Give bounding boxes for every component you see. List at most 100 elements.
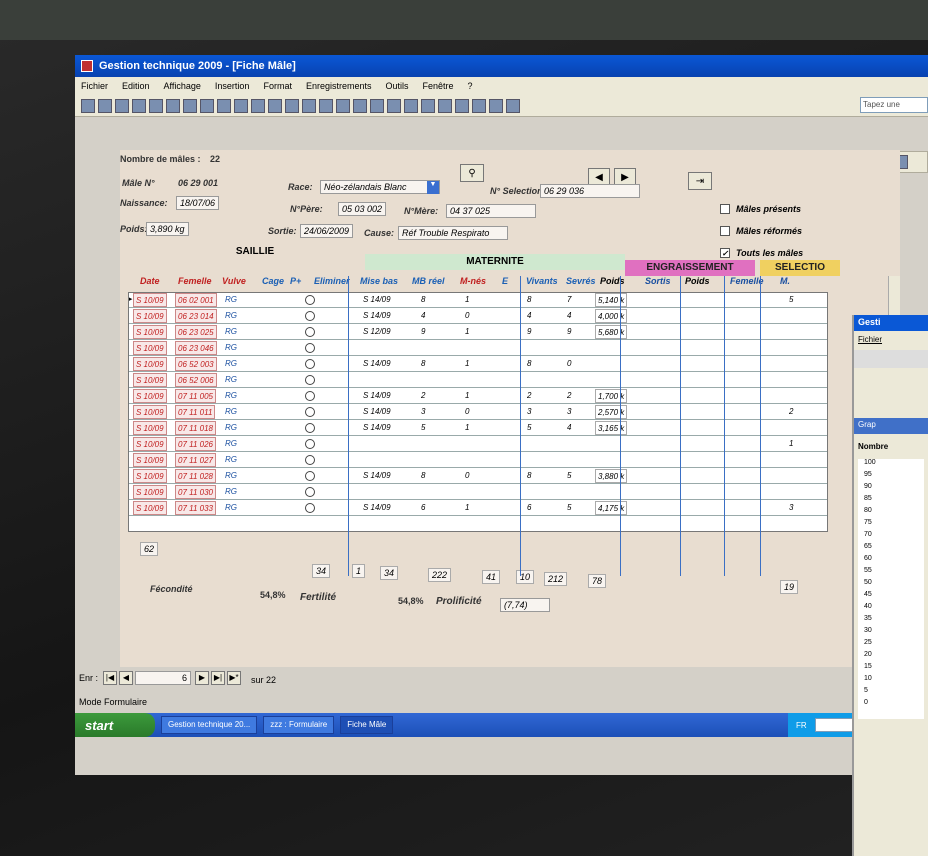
cell-sev[interactable]: 4 — [567, 309, 571, 323]
toolbar-button-icon[interactable] — [472, 98, 486, 113]
cage-radio[interactable] — [305, 471, 315, 481]
cage-radio[interactable] — [305, 327, 315, 337]
cage-radio[interactable] — [305, 423, 315, 433]
cell-femelle[interactable]: 06 23 025 — [175, 325, 217, 339]
cell-femelle[interactable]: 07 11 030 — [175, 485, 216, 499]
cell-date[interactable]: S 10/09 — [133, 309, 167, 323]
last-record-button[interactable]: ▶| — [211, 671, 225, 685]
cell-date[interactable]: S 10/09 — [133, 405, 167, 419]
menu-item[interactable]: Affichage — [164, 81, 201, 91]
cell-mbr[interactable]: 3 — [421, 405, 425, 419]
cell-femelle[interactable]: 07 11 005 — [175, 389, 216, 403]
cell-mbr[interactable]: 8 — [421, 469, 425, 483]
cell-sev[interactable]: 4 — [567, 421, 571, 435]
new-record-button[interactable]: ▶* — [227, 671, 241, 685]
cell-poids[interactable]: 4,000 k — [595, 309, 628, 323]
cell-vulve[interactable]: RG — [225, 501, 237, 515]
cage-radio[interactable] — [305, 311, 315, 321]
cell-mbr[interactable]: 6 — [421, 501, 425, 515]
cell-sel[interactable]: 5 — [789, 293, 793, 307]
cell-date[interactable]: S 10/09 — [133, 389, 167, 403]
cell-sev[interactable]: 2 — [567, 389, 571, 403]
language-indicator[interactable]: FR — [796, 721, 807, 730]
cell-date[interactable]: S 10/09 — [133, 485, 167, 499]
toolbar-button-icon[interactable] — [387, 98, 401, 113]
cell-sev[interactable]: 0 — [567, 357, 571, 371]
toolbar-button-icon[interactable] — [81, 98, 95, 113]
cell-mb[interactable]: S 14/09 — [363, 501, 391, 515]
cell-femelle[interactable]: 07 11 028 — [175, 469, 216, 483]
toolbar-button-icon[interactable] — [302, 98, 316, 113]
cell-mbr[interactable]: 8 — [421, 293, 425, 307]
cage-radio[interactable] — [305, 391, 315, 401]
cage-radio[interactable] — [305, 455, 315, 465]
cell-femelle[interactable]: 07 11 026 — [175, 437, 216, 451]
cell-mnes[interactable]: 1 — [465, 325, 469, 339]
cell-viv[interactable]: 9 — [527, 325, 531, 339]
cell-mb[interactable]: S 14/09 — [363, 309, 391, 323]
cell-viv[interactable]: 3 — [527, 405, 531, 419]
menu-item[interactable]: Edition — [122, 81, 150, 91]
menu-item[interactable]: Fenêtre — [423, 81, 454, 91]
menu-item[interactable]: Outils — [386, 81, 409, 91]
cell-viv[interactable]: 5 — [527, 421, 531, 435]
checkbox-box[interactable]: ✓ — [720, 248, 730, 258]
ask-question-input[interactable]: Tapez une — [860, 97, 928, 113]
cell-date[interactable]: S 10/09 — [133, 325, 167, 339]
cell-mnes[interactable]: 0 — [465, 309, 469, 323]
toolbar-button-icon[interactable] — [506, 98, 520, 113]
cell-date[interactable]: S 10/09 — [133, 421, 167, 435]
cell-viv[interactable]: 6 — [527, 501, 531, 515]
chevron-down-icon[interactable]: ▼ — [427, 181, 439, 194]
menu-item[interactable]: Format — [263, 81, 292, 91]
pere-field[interactable]: 05 03 002 — [338, 202, 387, 216]
toolbar-button-icon[interactable] — [234, 98, 248, 113]
cage-radio[interactable] — [305, 343, 315, 353]
cell-sev[interactable]: 7 — [567, 293, 571, 307]
cell-mnes[interactable]: 0 — [465, 469, 469, 483]
cage-radio[interactable] — [305, 487, 315, 497]
exit-door-icon[interactable]: ⇥ — [688, 172, 712, 190]
checkbox-box[interactable] — [720, 204, 730, 214]
cell-poids[interactable]: 5,680 k — [595, 325, 628, 339]
cage-radio[interactable] — [305, 407, 315, 417]
cause-field[interactable]: Réf Trouble Respirato — [398, 226, 508, 240]
cell-sev[interactable]: 3 — [567, 405, 571, 419]
cell-date[interactable]: S 10/09 — [133, 437, 167, 451]
cell-femelle[interactable]: 07 11 027 — [175, 453, 216, 467]
cell-date[interactable]: S 10/09 — [133, 501, 167, 515]
cell-femelle[interactable]: 06 02 001 — [175, 293, 217, 307]
cell-mbr[interactable]: 5 — [421, 421, 425, 435]
cell-mb[interactable]: S 14/09 — [363, 469, 391, 483]
taskbar-task[interactable]: zzz : Formulaire — [263, 716, 335, 734]
menu-item[interactable]: Enregistrements — [306, 81, 372, 91]
cell-sev[interactable]: 5 — [567, 501, 571, 515]
toolbar-button-icon[interactable] — [404, 98, 418, 113]
cell-femelle[interactable]: 06 23 046 — [175, 341, 217, 355]
toolbar-button-icon[interactable] — [268, 98, 282, 113]
toolbar-button-icon[interactable] — [421, 98, 435, 113]
cell-date[interactable]: S 10/09 — [133, 453, 167, 467]
toolbar-button-icon[interactable] — [200, 98, 214, 113]
cell-poids[interactable]: 1,700 k — [595, 389, 628, 403]
cell-femelle[interactable]: 07 11 033 — [175, 501, 216, 515]
cell-poids[interactable]: 2,570 k — [595, 405, 628, 419]
menu-item[interactable]: ? — [468, 81, 473, 91]
toolbar-button-icon[interactable] — [489, 98, 503, 113]
cell-mb[interactable]: S 14/09 — [363, 293, 391, 307]
cell-vulve[interactable]: RG — [225, 389, 237, 403]
cell-vulve[interactable]: RG — [225, 469, 237, 483]
cell-vulve[interactable]: RG — [225, 309, 237, 323]
toolbar-button-icon[interactable] — [132, 98, 146, 113]
toolbar-button-icon[interactable] — [370, 98, 384, 113]
cage-radio[interactable] — [305, 359, 315, 369]
cell-mb[interactable]: S 14/09 — [363, 421, 391, 435]
cell-vulve[interactable]: RG — [225, 421, 237, 435]
cell-poids[interactable]: 3,165 k — [595, 421, 628, 435]
cell-mnes[interactable]: 0 — [465, 405, 469, 419]
toolbar-button-icon[interactable] — [98, 98, 112, 113]
cell-vulve[interactable]: RG — [225, 437, 237, 451]
cell-viv[interactable]: 8 — [527, 293, 531, 307]
taskbar-task[interactable]: Fiche Mâle — [340, 716, 394, 734]
cell-mbr[interactable]: 2 — [421, 389, 425, 403]
